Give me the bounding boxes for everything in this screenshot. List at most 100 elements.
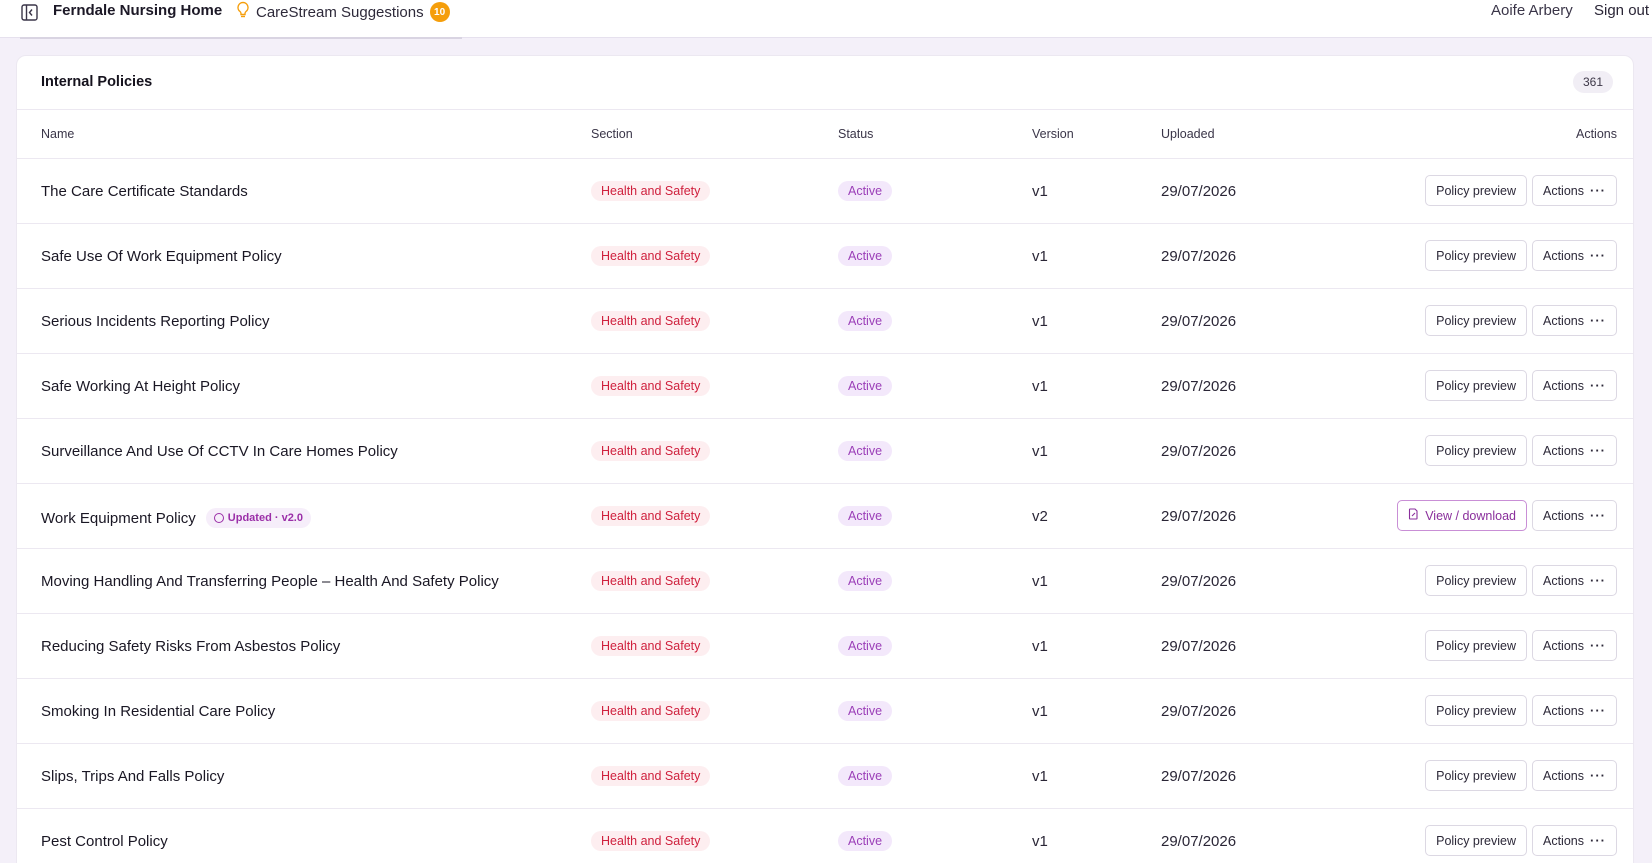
policy-name[interactable]: Safe Working At Height Policy xyxy=(41,378,240,395)
policy-name[interactable]: Reducing Safety Risks From Asbestos Poli… xyxy=(41,638,340,655)
policy-name-cell: Reducing Safety Risks From Asbestos Poli… xyxy=(41,638,340,655)
actions-menu-button[interactable]: Actions ··· xyxy=(1532,435,1617,466)
table-row: Safe Use Of Work Equipment Policy Health… xyxy=(17,224,1633,289)
sign-out-link[interactable]: Sign out xyxy=(1594,2,1649,20)
status-badge: Active xyxy=(838,441,893,461)
version-value: v1 xyxy=(1032,703,1048,720)
file-edit-icon xyxy=(1408,508,1419,523)
section-badge: Health and Safety xyxy=(591,701,711,721)
column-header-section[interactable]: Section xyxy=(591,127,633,141)
column-header-status[interactable]: Status xyxy=(838,127,873,141)
policy-preview-button[interactable]: Policy preview xyxy=(1425,435,1527,466)
policy-name[interactable]: Serious Incidents Reporting Policy xyxy=(41,313,269,330)
policy-preview-button[interactable]: Policy preview xyxy=(1425,695,1527,726)
more-horizontal-icon: ··· xyxy=(1590,443,1606,458)
table-row: Slips, Trips And Falls Policy Health and… xyxy=(17,744,1633,809)
status-badge: Active xyxy=(838,831,893,851)
actions-menu-button[interactable]: Actions ··· xyxy=(1532,825,1617,856)
section-badge: Health and Safety xyxy=(591,181,711,201)
primary-action-label: View / download xyxy=(1425,508,1516,523)
actions-menu-button[interactable]: Actions ··· xyxy=(1532,500,1617,531)
policy-preview-button[interactable]: Policy preview xyxy=(1425,565,1527,596)
actions-menu-button[interactable]: Actions ··· xyxy=(1532,695,1617,726)
policy-name[interactable]: Pest Control Policy xyxy=(41,833,168,850)
uploaded-date: 29/07/2026 xyxy=(1161,768,1237,785)
actions-label: Actions xyxy=(1543,378,1584,393)
primary-action-label: Policy preview xyxy=(1436,313,1516,328)
policy-name[interactable]: Safe Use Of Work Equipment Policy xyxy=(41,248,282,265)
policy-preview-button[interactable]: Policy preview xyxy=(1425,630,1527,661)
policy-preview-button[interactable]: Policy preview xyxy=(1425,175,1527,206)
more-horizontal-icon: ··· xyxy=(1590,638,1606,653)
version-value: v1 xyxy=(1032,313,1048,330)
policy-preview-button[interactable]: Policy preview xyxy=(1425,370,1527,401)
actions-menu-button[interactable]: Actions ··· xyxy=(1532,305,1617,336)
policy-preview-button[interactable]: Policy preview xyxy=(1425,825,1527,856)
row-actions: Policy preview Actions ··· xyxy=(1425,760,1617,791)
uploaded-date: 29/07/2026 xyxy=(1161,573,1237,590)
policy-preview-button[interactable]: Policy preview xyxy=(1425,240,1527,271)
more-horizontal-icon: ··· xyxy=(1590,508,1606,523)
more-horizontal-icon: ··· xyxy=(1590,378,1606,393)
policy-name-cell: Pest Control Policy xyxy=(41,833,168,850)
row-actions: Policy preview Actions ··· xyxy=(1425,825,1617,856)
uploaded-date: 29/07/2026 xyxy=(1161,443,1237,460)
table-row: Serious Incidents Reporting Policy Healt… xyxy=(17,289,1633,354)
actions-label: Actions xyxy=(1543,183,1584,198)
status-badge: Active xyxy=(838,636,893,656)
policy-name[interactable]: Moving Handling And Transferring People … xyxy=(41,573,499,590)
column-header-uploaded[interactable]: Uploaded xyxy=(1161,127,1215,141)
column-header-name[interactable]: Name xyxy=(41,127,74,141)
actions-menu-button[interactable]: Actions ··· xyxy=(1532,175,1617,206)
policy-name[interactable]: The Care Certificate Standards xyxy=(41,183,248,200)
actions-label: Actions xyxy=(1543,313,1584,328)
actions-label: Actions xyxy=(1543,703,1584,718)
carestream-suggestions-link[interactable]: CareStream Suggestions 10 xyxy=(236,1,450,23)
row-actions: Policy preview Actions ··· xyxy=(1425,565,1617,596)
row-actions: Policy preview Actions ··· xyxy=(1425,240,1617,271)
table-row: Pest Control Policy Health and Safety Ac… xyxy=(17,809,1633,863)
uploaded-date: 29/07/2026 xyxy=(1161,638,1237,655)
section-badge: Health and Safety xyxy=(591,246,711,266)
table-row: Surveillance And Use Of CCTV In Care Hom… xyxy=(17,419,1633,484)
card-title: Internal Policies xyxy=(41,74,153,90)
policy-name[interactable]: Smoking In Residential Care Policy xyxy=(41,703,275,720)
version-value: v1 xyxy=(1032,833,1048,850)
policy-preview-button[interactable]: Policy preview xyxy=(1425,305,1527,336)
status-badge: Active xyxy=(838,311,893,331)
status-badge: Active xyxy=(838,376,893,396)
user-name[interactable]: Aoife Arbery xyxy=(1491,2,1573,20)
column-header-actions: Actions xyxy=(1576,127,1617,141)
policy-name[interactable]: Work Equipment Policy xyxy=(41,510,196,527)
lightbulb-icon xyxy=(236,1,250,24)
primary-action-label: Policy preview xyxy=(1436,378,1516,393)
view-download-button[interactable]: View / download xyxy=(1397,500,1527,531)
policy-name-cell: Slips, Trips And Falls Policy xyxy=(41,768,224,785)
more-horizontal-icon: ··· xyxy=(1590,248,1606,263)
status-badge: Active xyxy=(838,571,893,591)
policy-name[interactable]: Slips, Trips And Falls Policy xyxy=(41,768,224,785)
clock-icon xyxy=(213,513,224,523)
more-horizontal-icon: ··· xyxy=(1590,313,1606,328)
tab-underline xyxy=(20,37,462,39)
table-row: Safe Working At Height Policy Health and… xyxy=(17,354,1633,419)
actions-menu-button[interactable]: Actions ··· xyxy=(1532,630,1617,661)
row-actions: Policy preview Actions ··· xyxy=(1425,695,1617,726)
actions-menu-button[interactable]: Actions ··· xyxy=(1532,760,1617,791)
policy-preview-button[interactable]: Policy preview xyxy=(1425,760,1527,791)
actions-menu-button[interactable]: Actions ··· xyxy=(1532,370,1617,401)
policy-name[interactable]: Surveillance And Use Of CCTV In Care Hom… xyxy=(41,443,398,460)
section-badge: Health and Safety xyxy=(591,766,711,786)
table-body: The Care Certificate Standards Health an… xyxy=(17,159,1633,863)
column-header-version[interactable]: Version xyxy=(1032,127,1074,141)
table-row: Reducing Safety Risks From Asbestos Poli… xyxy=(17,614,1633,679)
policy-name-cell: The Care Certificate Standards xyxy=(41,183,248,200)
primary-action-label: Policy preview xyxy=(1436,833,1516,848)
sidebar-toggle-icon[interactable] xyxy=(20,3,38,21)
primary-action-label: Policy preview xyxy=(1436,768,1516,783)
policy-name-cell: Safe Use Of Work Equipment Policy xyxy=(41,248,282,265)
more-horizontal-icon: ··· xyxy=(1590,703,1606,718)
actions-menu-button[interactable]: Actions ··· xyxy=(1532,240,1617,271)
actions-menu-button[interactable]: Actions ··· xyxy=(1532,565,1617,596)
policy-name-cell: Serious Incidents Reporting Policy xyxy=(41,313,269,330)
